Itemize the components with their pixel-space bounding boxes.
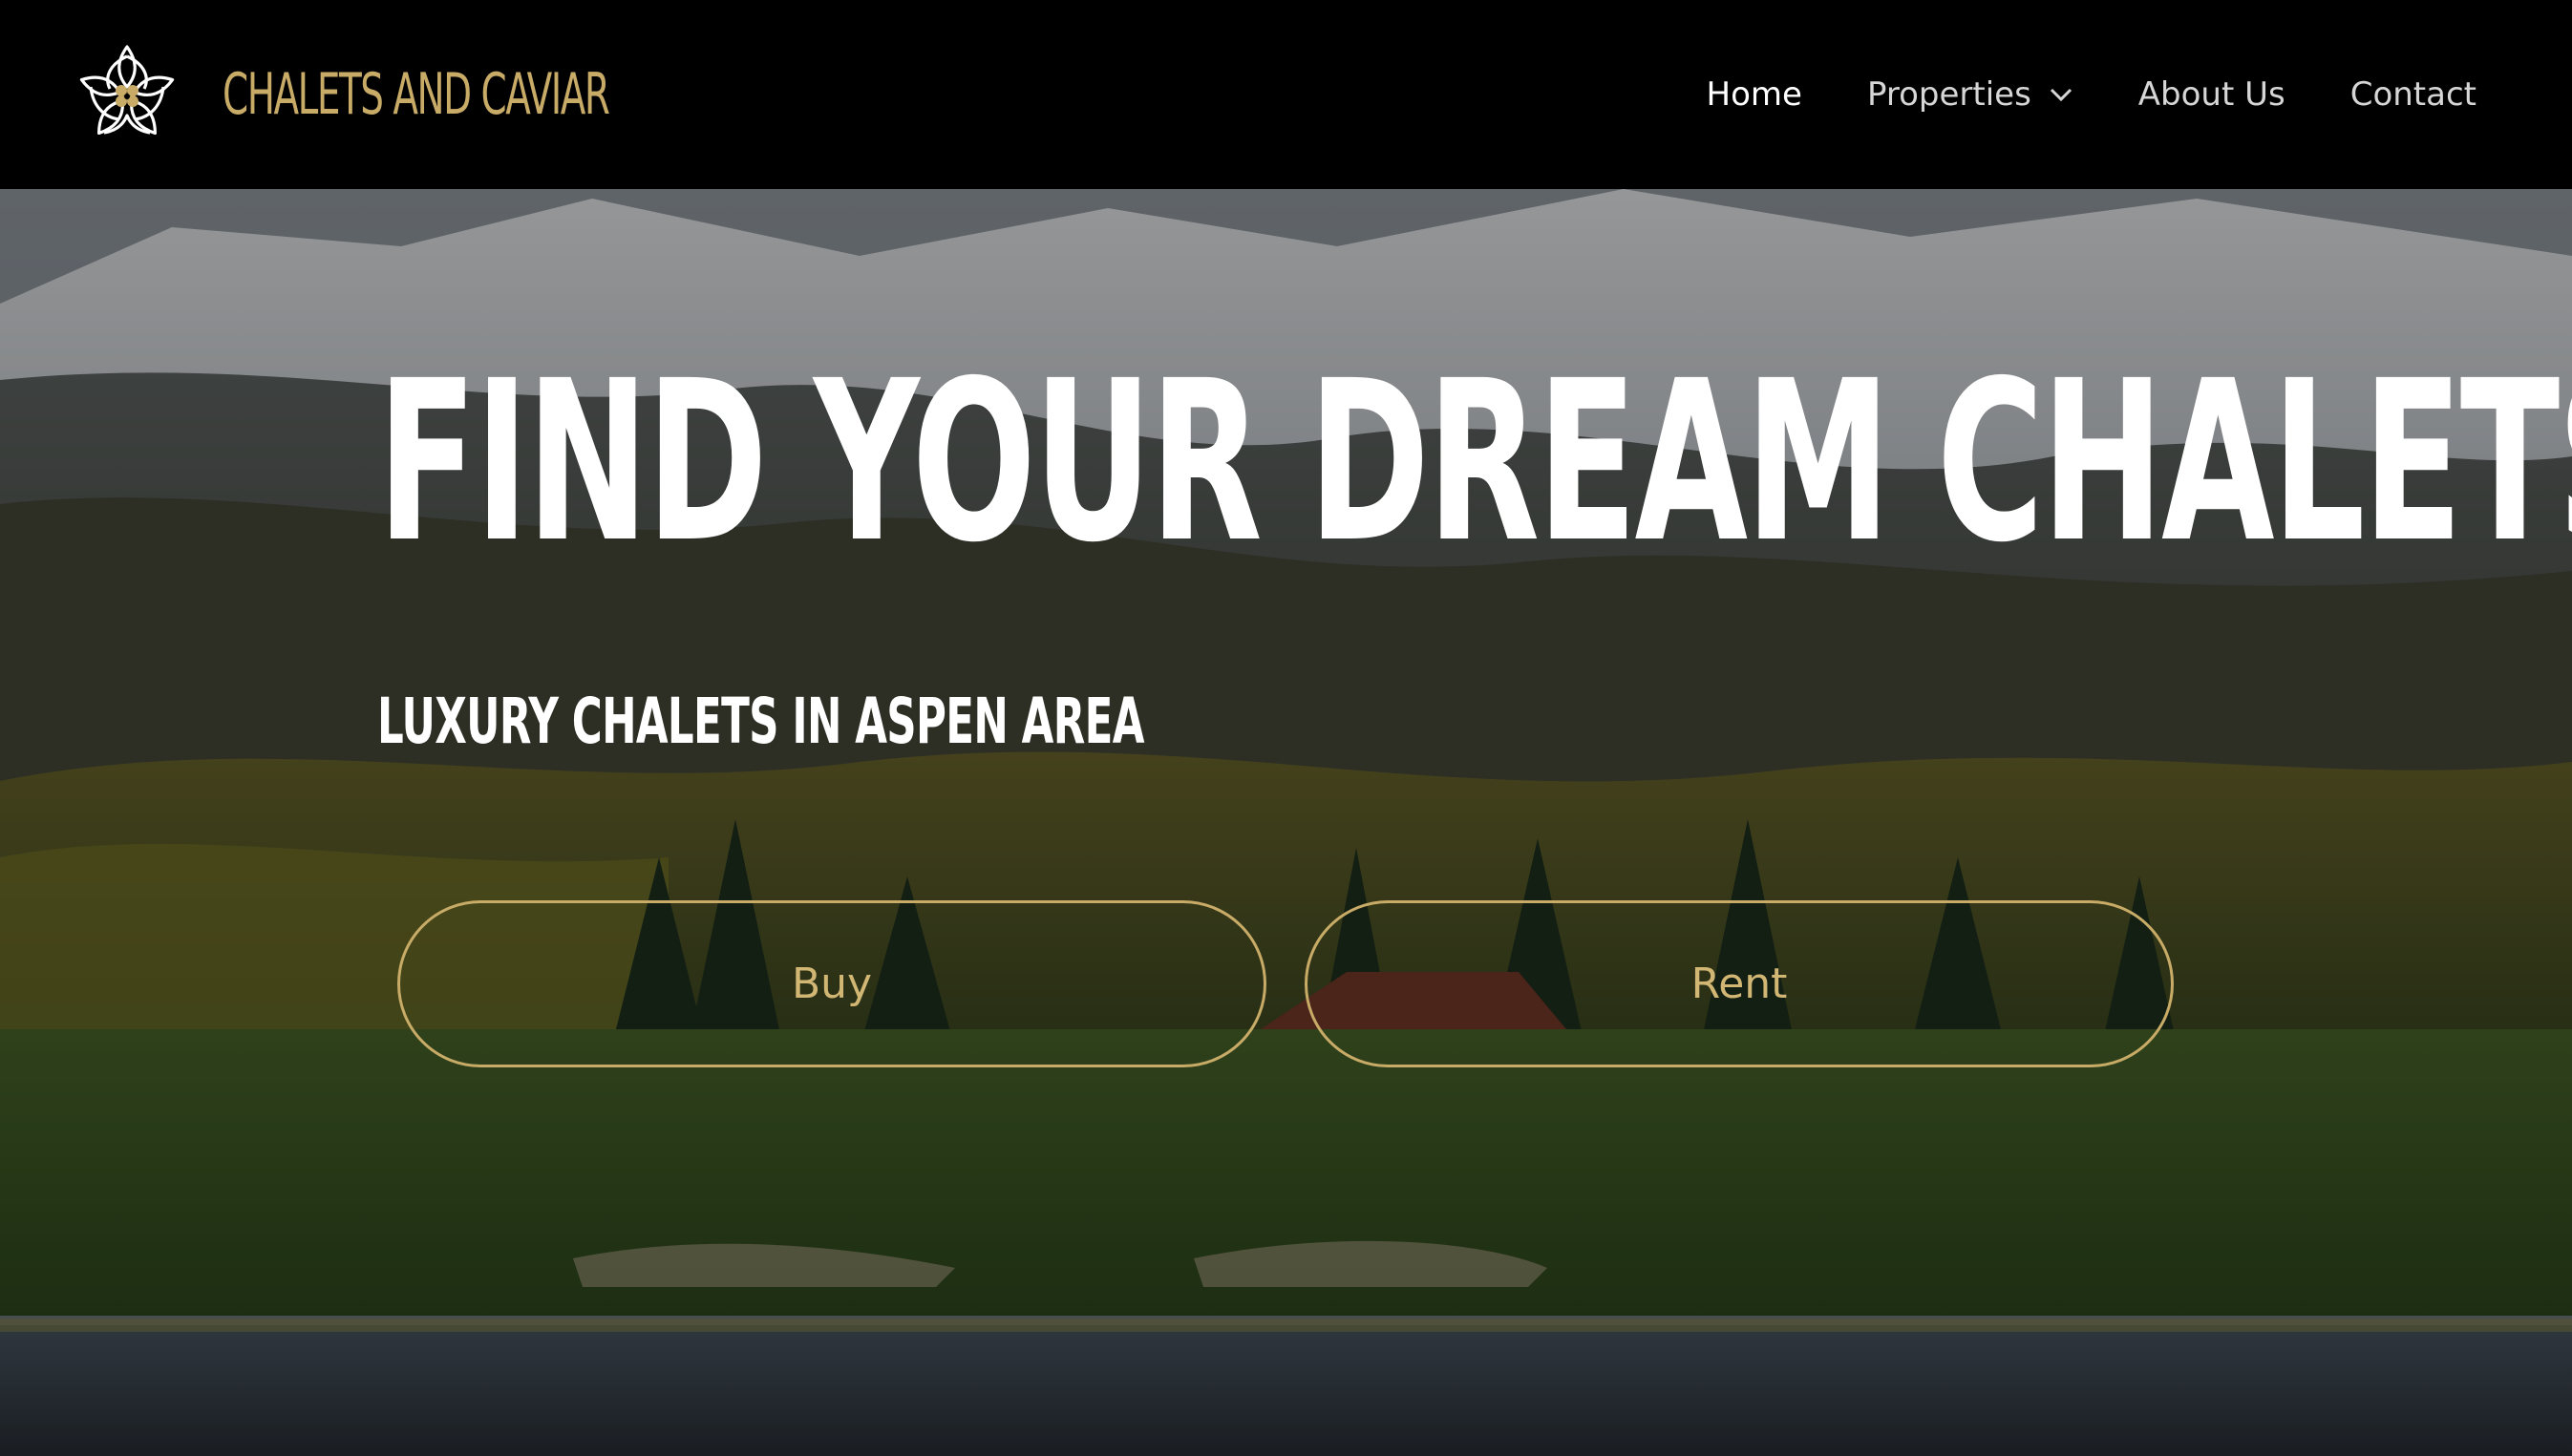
buy-button[interactable]: Buy [397, 900, 1266, 1067]
hero-title: FIND YOUR DREAM CHALETS [377, 333, 2572, 591]
brand-logo-link[interactable]: CHALETS AND CAVIAR [72, 39, 759, 150]
nav-item-about-us[interactable]: About Us [2138, 75, 2285, 114]
chevron-down-icon [2050, 88, 2072, 102]
nav-item-contact[interactable]: Contact [2350, 75, 2476, 114]
nav-item-label: Properties [1866, 75, 2031, 114]
nav-item-label: About Us [2137, 75, 2285, 114]
hero-section: FIND YOUR DREAM CHALETS LUXURY CHALETS I… [0, 189, 2572, 1456]
nav-item-label: Contact [2349, 75, 2476, 114]
site-header: CHALETS AND CAVIAR Home Properties About… [0, 0, 2572, 189]
rent-button[interactable]: Rent [1305, 900, 2174, 1067]
main-nav: Home Properties About Us Contact [1707, 0, 2476, 189]
hero-subtitle: LUXURY CHALETS IN ASPEN AREA [377, 685, 1144, 758]
lotus-logo-icon [72, 39, 182, 150]
nav-item-properties[interactable]: Properties [1867, 75, 2073, 114]
brand-name: CHALETS AND CAVIAR [223, 61, 610, 128]
nav-item-home[interactable]: Home [1707, 75, 1802, 114]
nav-item-label: Home [1706, 75, 1802, 114]
